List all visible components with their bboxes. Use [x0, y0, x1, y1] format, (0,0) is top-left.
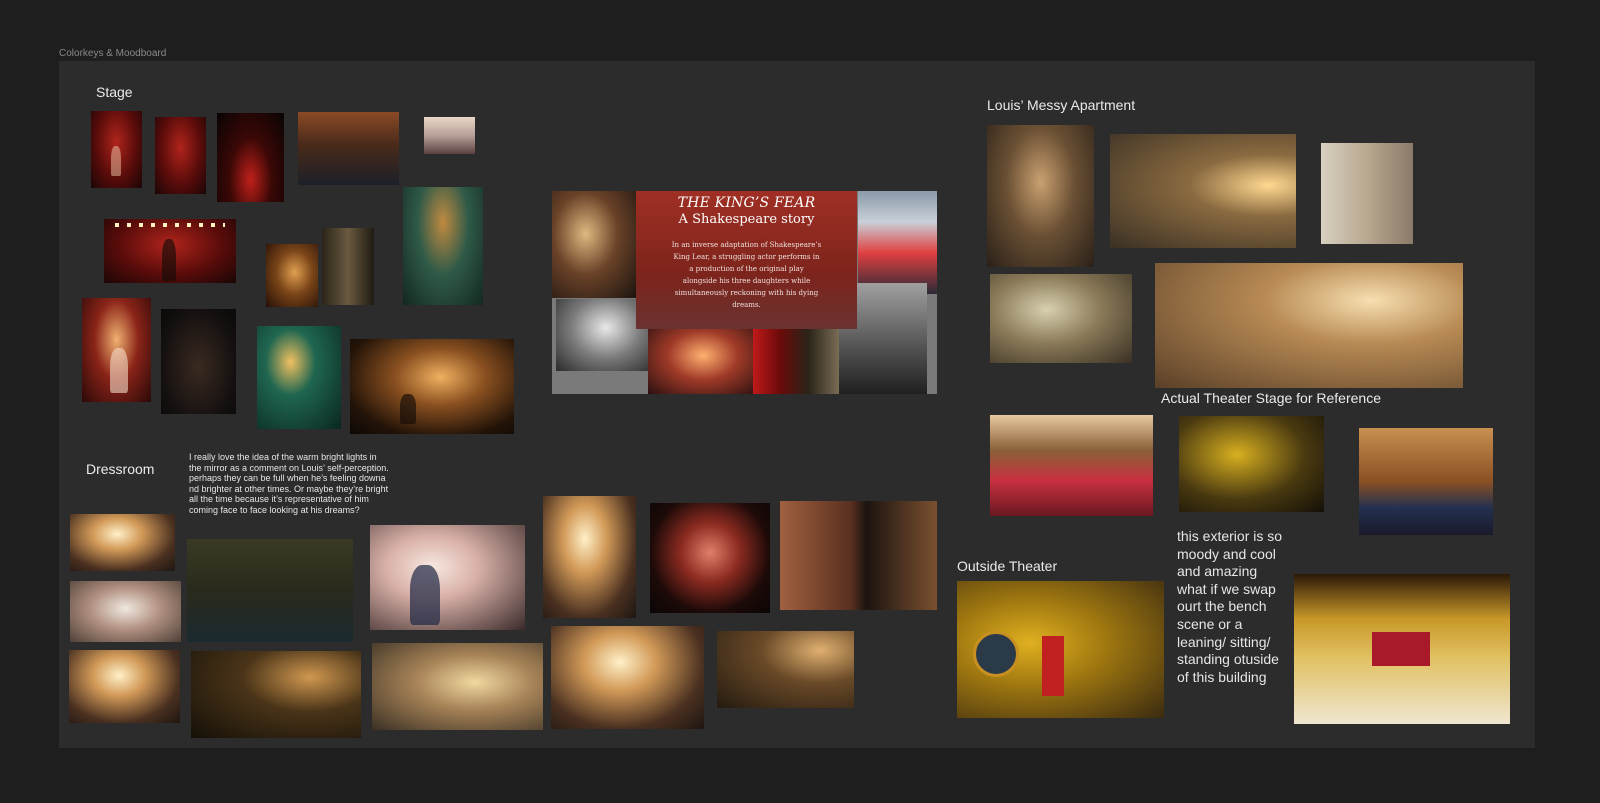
dressroom-photo-5[interactable] [650, 503, 770, 613]
dressroom-photo-1[interactable] [70, 514, 175, 571]
actual-theater-heading: Actual Theater Stage for Reference [1161, 390, 1381, 406]
frame-label[interactable]: Colorkeys & Moodboard [59, 48, 166, 59]
stage-photo-9[interactable] [403, 187, 483, 305]
outside-heading: Outside Theater [957, 558, 1058, 574]
outside-photo-1[interactable] [957, 581, 1164, 718]
stage-photo-6[interactable] [104, 219, 236, 283]
dressroom-photo-6[interactable] [780, 501, 937, 610]
dressroom-photo-9[interactable] [191, 651, 361, 738]
theater-photo-3[interactable] [1359, 428, 1493, 535]
stage-photo-8[interactable] [322, 228, 374, 305]
dressroom-photo-4[interactable] [543, 496, 636, 618]
theater-photo-1[interactable] [990, 415, 1153, 516]
stage-photo-7[interactable] [266, 244, 318, 307]
apartment-photo-5[interactable] [1155, 263, 1463, 388]
apartment-photo-2[interactable] [1110, 134, 1296, 248]
poster-title: THE KING’S FEAR [677, 195, 816, 211]
stage-photo-4[interactable] [298, 112, 399, 185]
apartment-photo-3[interactable] [1321, 143, 1413, 244]
stage-photo-5[interactable] [424, 117, 475, 154]
dressroom-photo-7[interactable] [70, 581, 181, 642]
poster-title-card: THE KING’S FEAR A Shakespeare story In a… [636, 191, 857, 329]
poster-subtitle: A Shakespeare story [678, 212, 815, 227]
stage-photo-1[interactable] [91, 111, 142, 188]
dressroom-heading: Dressroom [86, 461, 155, 477]
theater-photo-2[interactable] [1179, 416, 1324, 512]
stage-photo-13[interactable] [350, 339, 514, 434]
poster-photo-daughters [858, 191, 937, 294]
poster-photo-dressroom [552, 191, 636, 298]
dressroom-note[interactable]: I really love the idea of the warm brigh… [189, 452, 389, 515]
dressroom-photo-10[interactable] [372, 643, 543, 730]
outside-note[interactable]: this exterior is so moody and cool and a… [1177, 528, 1285, 686]
stage-photo-2[interactable] [155, 117, 206, 194]
dressroom-photo-8[interactable] [69, 650, 180, 723]
stage-photo-11[interactable] [161, 309, 236, 414]
apartment-photo-1[interactable] [987, 125, 1094, 267]
stage-heading: Stage [96, 84, 133, 100]
dressroom-photo-2[interactable] [187, 539, 353, 642]
apartment-photo-4[interactable] [990, 274, 1132, 363]
dressroom-photo-12[interactable] [717, 631, 854, 708]
poster-photo-curtain [753, 329, 845, 394]
stage-photo-3[interactable] [217, 113, 284, 202]
apartment-heading: Louis’ Messy Apartment [987, 97, 1136, 113]
outside-photo-2[interactable] [1294, 574, 1510, 724]
poster-description: In an inverse adaptation of Shakespeare’… [671, 241, 822, 309]
stage-photo-12[interactable] [257, 326, 341, 429]
dressroom-photo-3[interactable] [370, 525, 525, 630]
stage-photo-10[interactable] [82, 298, 151, 402]
dressroom-photo-11[interactable] [551, 626, 704, 729]
